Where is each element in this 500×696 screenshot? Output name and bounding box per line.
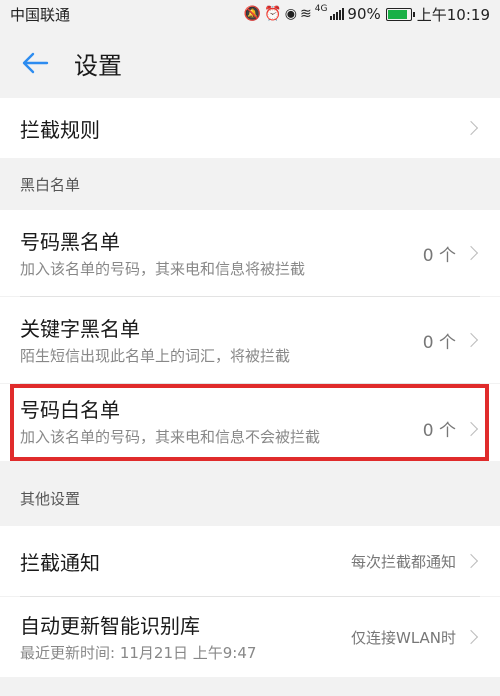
chevron-right-icon <box>463 421 479 436</box>
number-whitelist-title: 号码白名单 <box>20 398 120 422</box>
clock: 上午10:19 <box>416 5 490 24</box>
keyword-blacklist-count: 0 个 <box>422 332 456 353</box>
eye-comfort-icon: ◉ <box>284 6 297 22</box>
chevron-right-icon <box>463 332 479 348</box>
number-blacklist-item[interactable]: 号码黑名单 加入该名单的号码，其来电和信息将被拦截 0 个 <box>0 210 500 296</box>
status-icons: 🔕 ⏰ ◉ ≋ 4G 90% 上午10:19 <box>244 4 490 25</box>
number-blacklist-count: 0 个 <box>422 245 456 266</box>
number-whitelist-right: 0 个 <box>423 416 480 441</box>
keyword-blacklist-right: 0 个 <box>423 328 480 353</box>
keyword-blacklist-title: 关键字黑名单 <box>20 317 140 341</box>
back-button[interactable] <box>0 28 70 98</box>
number-blacklist-subtitle: 加入该名单的号码，其来电和信息将被拦截 <box>20 260 306 278</box>
auto-update-right: 仅连接WLAN时 <box>351 627 480 648</box>
number-whitelist-item[interactable]: 号码白名单 加入该名单的号码，其来电和信息不会被拦截 0 个 <box>0 384 500 461</box>
chevron-right-icon <box>463 120 479 136</box>
status-bar: 中国联通 🔕 ⏰ ◉ ≋ 4G 90% 上午10:19 <box>0 0 500 28</box>
keyword-blacklist-texts: 关键字黑名单 陌生短信出现此名单上的词汇，将被拦截 <box>20 313 423 367</box>
chevron-right-icon <box>463 245 479 261</box>
block-notification-texts: 拦截通知 <box>20 547 351 576</box>
mute-icon: 🔕 <box>243 6 262 22</box>
block-notification-item[interactable]: 拦截通知 每次拦截都通知 <box>0 526 500 596</box>
chevron-right-icon <box>463 629 479 645</box>
signal-icon <box>330 8 345 20</box>
number-whitelist-texts: 号码白名单 加入该名单的号码，其来电和信息不会被拦截 <box>20 394 423 448</box>
battery-level <box>387 9 407 19</box>
auto-update-subtitle: 最近更新时间: 11月21日 上午9:47 <box>20 644 257 662</box>
auto-update-value: 仅连接WLAN时 <box>350 628 456 647</box>
number-blacklist-title: 号码黑名单 <box>20 230 120 254</box>
carrier-label: 中国联通 <box>10 5 71 24</box>
alarm-icon: ⏰ <box>264 6 282 22</box>
block-notification-value: 每次拦截都通知 <box>350 552 456 571</box>
page-title: 设置 <box>74 51 122 80</box>
block-rules-texts: 拦截规则 <box>20 114 462 143</box>
battery-icon <box>385 7 415 21</box>
auto-update-texts: 自动更新智能识别库 最近更新时间: 11月21日 上午9:47 <box>20 610 351 664</box>
block-rules-right <box>462 120 480 136</box>
arrow-left-icon <box>22 52 49 74</box>
chevron-right-icon <box>463 553 479 569</box>
auto-update-title: 自动更新智能识别库 <box>20 614 200 638</box>
number-blacklist-right: 0 个 <box>423 241 480 266</box>
keyword-blacklist-subtitle: 陌生短信出现此名单上的词汇，将被拦截 <box>20 347 291 365</box>
keyword-blacklist-item[interactable]: 关键字黑名单 陌生短信出现此名单上的词汇，将被拦截 0 个 <box>0 297 500 383</box>
block-rules-title: 拦截规则 <box>20 117 100 142</box>
section-header-blackwhite: 黑白名单 <box>20 175 81 194</box>
number-blacklist-texts: 号码黑名单 加入该名单的号码，其来电和信息将被拦截 <box>20 226 423 280</box>
network-type-label: 4G <box>314 3 328 14</box>
wifi-icon: ≋ <box>299 6 312 22</box>
number-whitelist-count: 0 个 <box>422 421 456 441</box>
block-rules-item[interactable]: 拦截规则 <box>0 98 500 158</box>
block-notification-right: 每次拦截都通知 <box>351 551 480 572</box>
battery-percent: 90% <box>347 5 381 23</box>
block-notification-title: 拦截通知 <box>20 550 100 575</box>
auto-update-item[interactable]: 自动更新智能识别库 最近更新时间: 11月21日 上午9:47 仅连接WLAN时 <box>0 597 500 677</box>
section-header-other: 其他设置 <box>20 489 81 508</box>
number-whitelist-subtitle: 加入该名单的号码，其来电和信息不会被拦截 <box>20 428 321 446</box>
app-bar: 设置 <box>0 28 500 98</box>
